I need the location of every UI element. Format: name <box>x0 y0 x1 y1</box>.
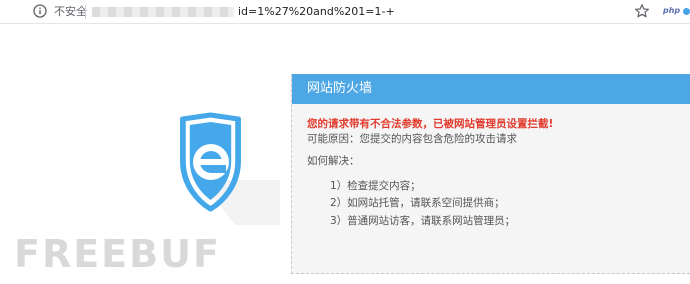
shield-e-logo <box>180 112 280 225</box>
freebuf-watermark: FREEBUF <box>14 232 221 276</box>
url-text[interactable]: id=1%27%20and%201=1-+ <box>238 5 395 19</box>
info-icon[interactable] <box>33 4 47 18</box>
star-icon[interactable] <box>634 3 650 19</box>
solution-step: 1）检查提交内容； <box>330 180 421 192</box>
blurred-url-segment <box>92 7 234 17</box>
panel-header: 网站防火墙 <box>292 74 690 104</box>
solution-step: 2）如网站托管，请联系空间提供商； <box>330 197 505 209</box>
solution-step: 3）普通网站访客，请联系网站管理员； <box>330 215 516 227</box>
panel-title: 网站防火墙 <box>307 81 373 96</box>
php-extension-icon[interactable]: php <box>663 6 680 16</box>
extension-icon[interactable] <box>683 8 690 15</box>
watermark-text: FREEBUF <box>14 232 221 276</box>
security-status-label[interactable]: 不安全 <box>54 5 87 19</box>
address-separator <box>85 5 86 19</box>
block-reason: 可能原因：您提交的内容包含危险的攻击请求 <box>307 133 517 145</box>
block-warning: 您的请求带有不合法参数，已被网站管理员设置拦截! <box>307 118 554 130</box>
address-bar[interactable]: 不安全 id=1%27%20and%201=1-+ php <box>0 0 690 24</box>
firewall-panel: 网站防火墙 您的请求带有不合法参数，已被网站管理员设置拦截! 可能原因：您提交的… <box>291 74 690 274</box>
howto-heading: 如何解决： <box>307 155 360 167</box>
